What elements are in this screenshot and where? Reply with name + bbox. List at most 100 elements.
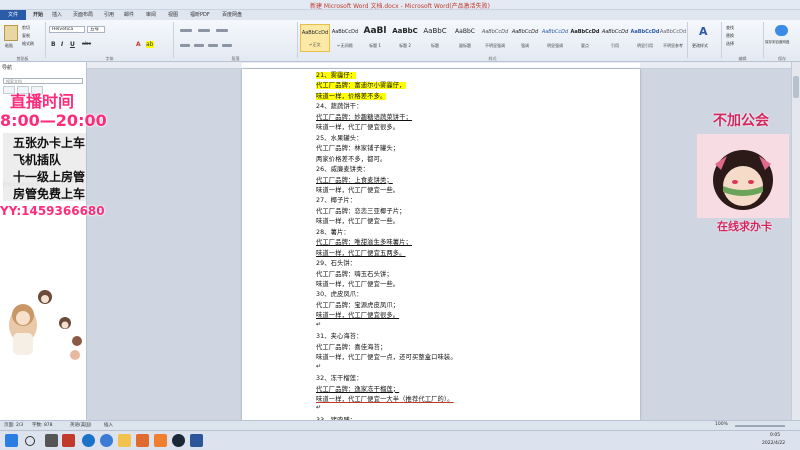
multilevel-list-icon[interactable] xyxy=(216,29,228,32)
document-line[interactable]: 味道一样，代工厂便宜五两多。 xyxy=(316,248,406,257)
document-line[interactable]: 25、水果罐头： xyxy=(316,133,363,142)
style-emphasis[interactable]: AaBbCcDd 强调 xyxy=(510,24,540,52)
document-line[interactable]: 味道一样，代工厂便宜很多。 xyxy=(316,122,399,131)
copy-button[interactable]: 复制 xyxy=(22,33,30,39)
document-line[interactable]: 31、夹心海苔： xyxy=(316,331,363,340)
document-line[interactable]: 24、蔬蔬饼干： xyxy=(316,101,363,110)
tab-mailings[interactable]: 邮件 xyxy=(124,11,134,18)
document-line[interactable]: 味道一样，价格差不多。 xyxy=(316,91,387,100)
tab-file[interactable]: 文件 xyxy=(0,10,26,20)
language-indicator[interactable]: 英语(美国) xyxy=(70,422,92,428)
folder-icon[interactable] xyxy=(118,434,131,447)
style-no-spacing[interactable]: AaBbCcDd ↵无间隔 xyxy=(330,24,360,52)
style-subtle-emphasis[interactable]: AaBbCcDd 不明显强调 xyxy=(480,24,510,52)
document-line[interactable]: 味道一样，代工厂便宜一些。 xyxy=(316,185,399,194)
document-line[interactable]: 代工厂品牌：恋恋三亚椰子片； xyxy=(316,206,406,215)
document-line[interactable]: 28、薯片： xyxy=(316,227,350,236)
numbering-icon[interactable] xyxy=(198,29,210,32)
document-line[interactable]: 代工厂品牌：宝源虎皮凤爪； xyxy=(316,300,399,309)
tab-foxit-pdf[interactable]: 福昕PDF xyxy=(190,11,210,18)
windows-start-icon[interactable] xyxy=(5,434,18,447)
change-styles-icon[interactable]: A xyxy=(699,25,712,38)
tab-references[interactable]: 引用 xyxy=(104,11,114,18)
edge-icon[interactable] xyxy=(100,434,113,447)
document-line[interactable]: 代工厂品牌：嗨玉石头饼； xyxy=(316,269,393,278)
ruler[interactable] xyxy=(87,62,800,69)
style-strong[interactable]: AaBbCcDd 要点 xyxy=(570,24,600,52)
underline-button[interactable]: U xyxy=(70,41,75,48)
nav-search-input[interactable]: 搜索文档 xyxy=(3,78,83,84)
clock-date[interactable]: 2022/4/22 xyxy=(762,441,785,446)
steam-icon[interactable] xyxy=(172,434,185,447)
document-line[interactable]: 代工厂品牌：林家铺子罐头； xyxy=(316,143,399,152)
page-count[interactable]: 页面: 2/3 xyxy=(4,422,23,428)
document-line[interactable]: 味道一样，代工厂便宜一些。 xyxy=(316,279,399,288)
app-orange2-icon[interactable] xyxy=(154,434,167,447)
document-line[interactable]: 26、威廉麦饼类： xyxy=(316,164,369,173)
document-line[interactable]: ↵ xyxy=(316,404,321,411)
style-intense-quote[interactable]: AaBbCcDd 明显引用 xyxy=(630,24,660,52)
document-line[interactable]: 代工厂品牌：妙趣糖语蔬菜饼干； xyxy=(316,112,412,121)
style-intense-emphasis[interactable]: AaBbCcDd 明显强调 xyxy=(540,24,570,52)
document-line[interactable]: 代工厂品牌：富迪尔小雾霾仔， xyxy=(316,80,406,90)
document-line[interactable]: 32、冻干榴莲： xyxy=(316,373,363,382)
tab-home[interactable]: 开始 xyxy=(33,11,43,18)
style-quote[interactable]: AaBbCcDd 引用 xyxy=(600,24,630,52)
style-subtitle[interactable]: AaBbC 副标题 xyxy=(450,24,480,52)
font-name-select[interactable]: Helvetica xyxy=(49,26,85,33)
search-icon[interactable] xyxy=(25,436,35,446)
word-count[interactable]: 字数: 878 xyxy=(32,422,53,428)
document-line[interactable]: 味道一样，代工厂便宜很多。 xyxy=(316,310,399,319)
tab-page-layout[interactable]: 页面布局 xyxy=(73,11,93,18)
document-line[interactable]: 30、虎皮凤爪： xyxy=(316,289,363,298)
document-line[interactable]: ↵ xyxy=(316,363,321,370)
document-line[interactable]: ↵ xyxy=(316,321,321,328)
app-orange-icon[interactable] xyxy=(136,434,149,447)
select-button[interactable]: 选择 xyxy=(726,41,734,47)
zoom-slider[interactable] xyxy=(735,425,785,427)
strikethrough-button[interactable]: abc xyxy=(82,41,91,47)
word-icon[interactable] xyxy=(190,434,203,447)
font-color-button[interactable]: A xyxy=(136,41,141,48)
format-painter-button[interactable]: 格式刷 xyxy=(22,41,34,47)
cut-button[interactable]: 剪切 xyxy=(22,25,30,31)
font-size-select[interactable]: 五号 xyxy=(87,26,105,33)
align-center-icon[interactable] xyxy=(194,44,204,47)
style-heading-1[interactable]: AaBl 标题 1 xyxy=(360,24,390,52)
style-heading-2[interactable]: AaBbC 标题 2 xyxy=(390,24,420,52)
cloud-icon[interactable] xyxy=(775,25,788,36)
app-red-icon[interactable] xyxy=(62,434,75,447)
save-to-baidu-button[interactable]: 保存到百度网盘 xyxy=(765,40,790,45)
style-subtle-reference[interactable]: AaBbCcDd 不明显参考 xyxy=(658,24,688,52)
browser-icon[interactable] xyxy=(82,434,95,447)
change-styles-button[interactable]: 更改样式 xyxy=(692,43,708,49)
vertical-scrollbar[interactable] xyxy=(791,62,800,420)
tab-review[interactable]: 审阅 xyxy=(146,11,156,18)
style-title[interactable]: AaBbC 标题 xyxy=(420,24,450,52)
tab-baidu-netdisk[interactable]: 百度网盘 xyxy=(222,11,242,18)
bold-button[interactable]: B xyxy=(51,41,56,48)
document-line[interactable]: 味道一样，代工厂便宜一些。 xyxy=(316,216,399,225)
document-page[interactable]: 21、雾霾仔： 代工厂品牌：富迪尔小雾霾仔， 味道一样，价格差不多。 24、蔬蔬饼干：… xyxy=(242,69,640,424)
document-line[interactable]: 代工厂品牌：喜佳海苔； xyxy=(316,342,386,351)
italic-button[interactable]: I xyxy=(61,41,63,48)
tab-view[interactable]: 视图 xyxy=(168,11,178,18)
task-view-icon[interactable] xyxy=(45,434,58,447)
style-normal[interactable]: AaBbCcDd ↵正文 xyxy=(300,24,330,52)
document-line[interactable]: 两家价格差不多，都可。 xyxy=(316,154,386,163)
document-line[interactable]: 代工厂品牌：上食麦饼类； xyxy=(316,175,393,184)
zoom-level[interactable]: 100% xyxy=(715,422,728,427)
find-button[interactable]: 查找 xyxy=(726,25,734,31)
bullets-icon[interactable] xyxy=(180,29,192,32)
document-line[interactable]: 味道一样，代工厂便宜一大半（推荐代工厂的）。 xyxy=(316,394,454,403)
align-left-icon[interactable] xyxy=(180,44,190,47)
document-line[interactable]: 29、石头饼： xyxy=(316,258,356,267)
document-line[interactable]: 21、雾霾仔： xyxy=(316,70,357,79)
replace-button[interactable]: 替换 xyxy=(726,33,734,39)
document-line[interactable]: 代工厂品牌：唯甜滋生多味薯片； xyxy=(316,237,412,246)
document-line[interactable]: 27、椰子片： xyxy=(316,195,356,204)
document-line[interactable]: 代工厂品牌：逸家冻干榴莲； xyxy=(316,384,399,393)
document-line[interactable]: 味道一样，代工厂便宜一点，还可买整盒口味装。 xyxy=(316,352,457,361)
align-right-icon[interactable] xyxy=(208,44,218,47)
insert-mode[interactable]: 插入 xyxy=(104,422,113,428)
